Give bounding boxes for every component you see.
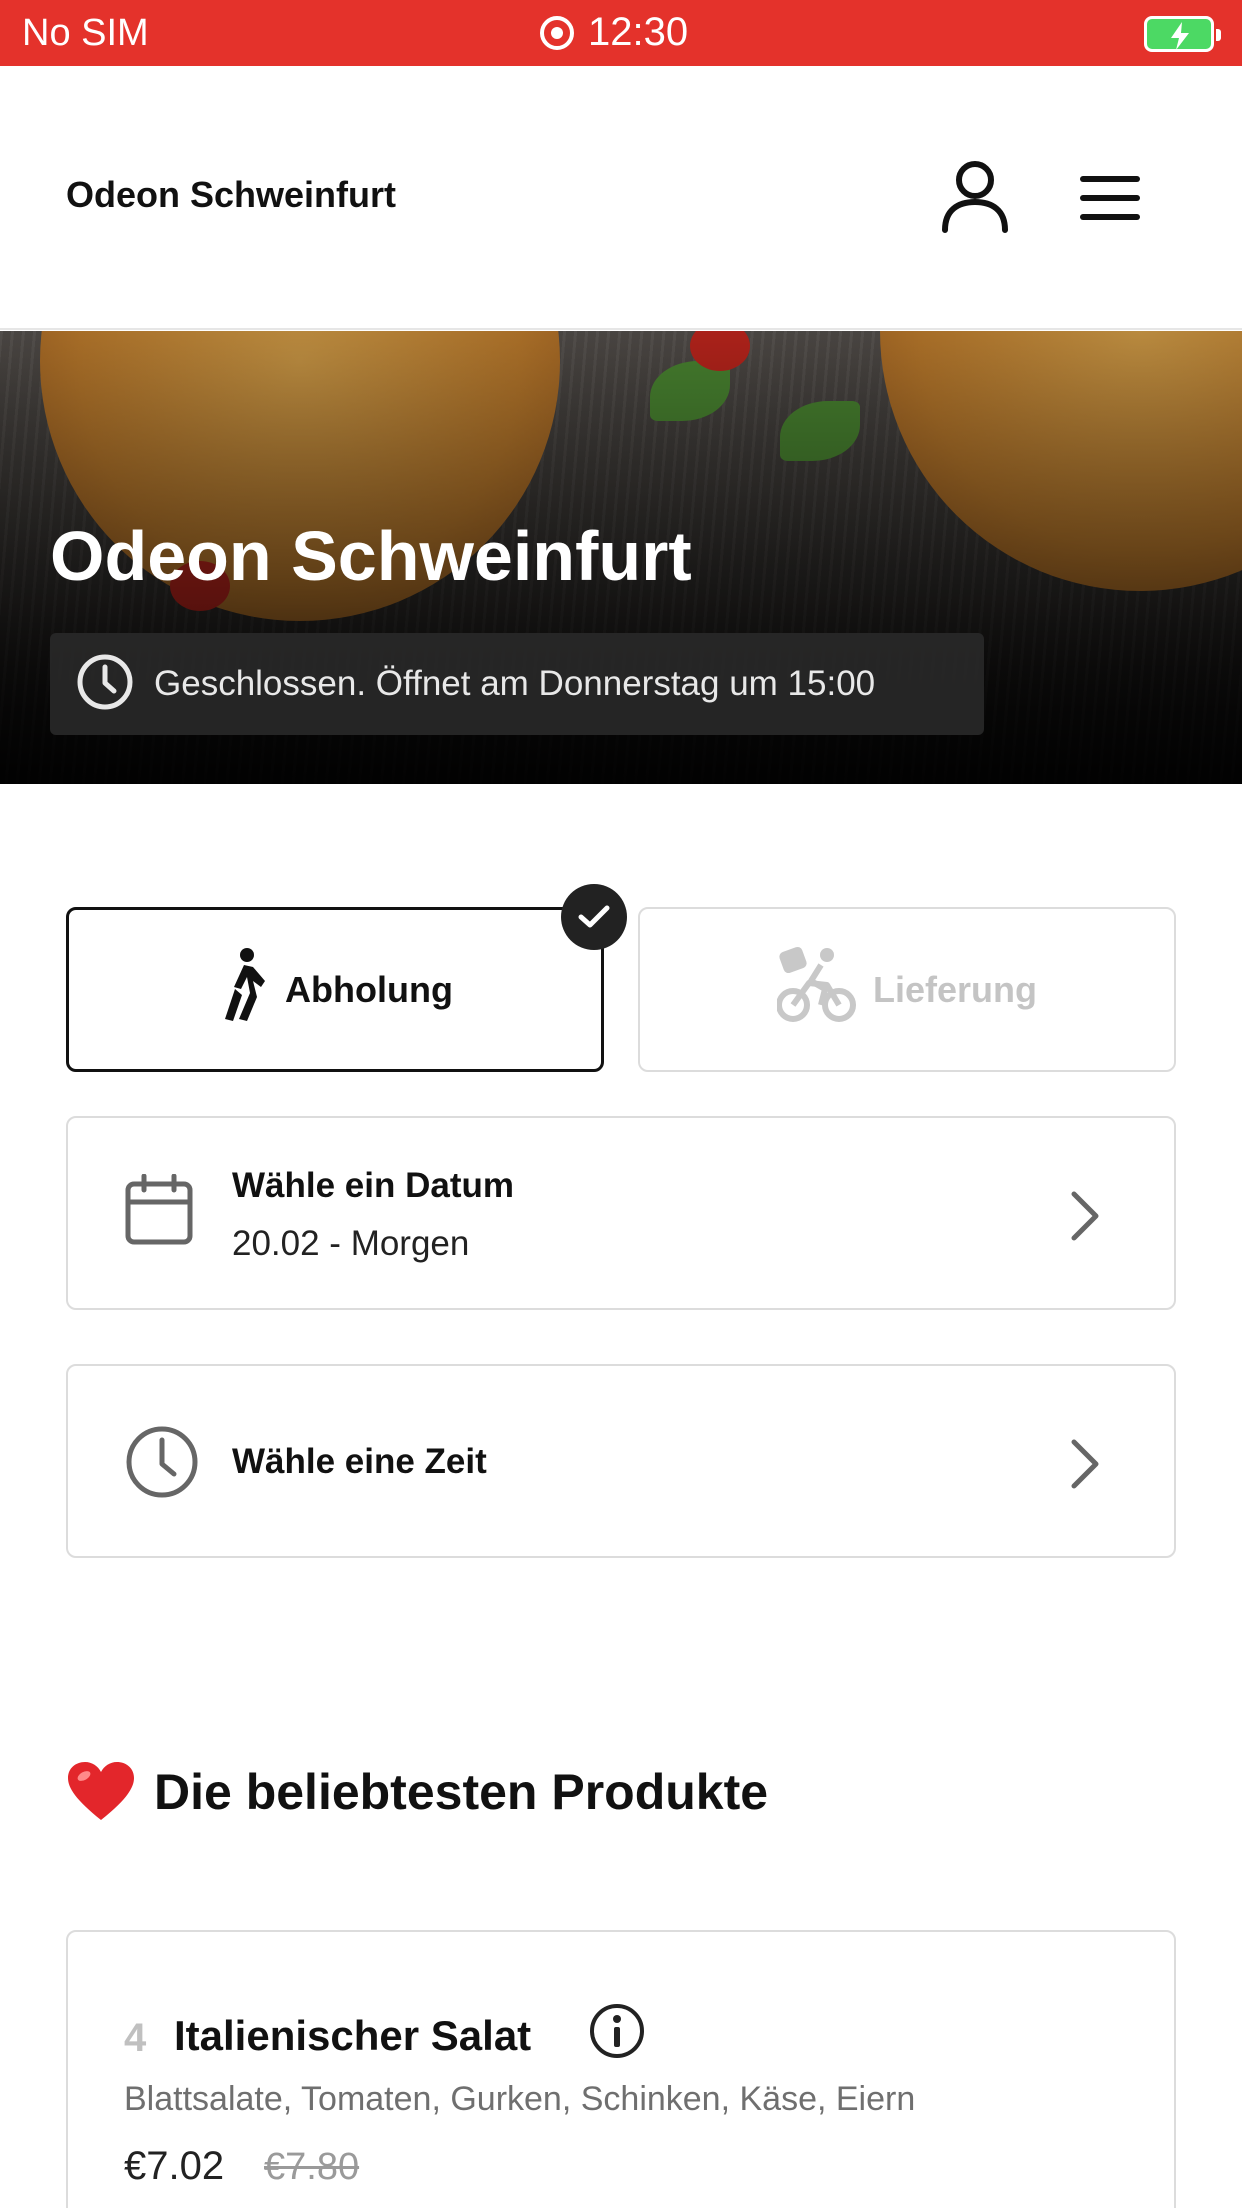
user-icon[interactable] [940, 158, 1010, 239]
time-picker[interactable]: Wähle eine Zeit [66, 1364, 1176, 1558]
app-header: Odeon Schweinfurt [0, 66, 1242, 330]
carrier-label: No SIM [22, 12, 149, 54]
restaurant-title: Odeon Schweinfurt [50, 517, 692, 595]
opening-status: Geschlossen. Öffnet am Donnerstag um 15:… [50, 633, 984, 735]
hero-banner: Odeon Schweinfurt Geschlossen. Öffnet am… [0, 331, 1242, 784]
date-title: Wähle ein Datum [232, 1166, 514, 1205]
product-old-price: €7.80 [264, 2146, 360, 2188]
menu-icon[interactable] [1078, 174, 1142, 227]
time-title: Wähle eine Zeit [232, 1442, 487, 1481]
clock-icon [124, 1424, 200, 1505]
product-name: Italienischer Salat [174, 2012, 532, 2059]
product-number: 4 [124, 2016, 147, 2060]
battery-charging-icon [1144, 16, 1221, 52]
pickup-option[interactable]: Abholung [66, 907, 604, 1072]
opening-status-text: Geschlossen. Öffnet am Donnerstag um 15:… [154, 664, 876, 703]
status-time: 12:30 [540, 10, 688, 55]
popular-products-heading: Die beliebtesten Produkte [66, 1760, 768, 1824]
heart-icon [66, 1760, 136, 1824]
screen-record-icon [540, 15, 574, 50]
info-icon[interactable] [588, 2002, 646, 2065]
status-bar: No SIM 12:30 [0, 0, 1242, 66]
date-value: 20.02 - Morgen [232, 1224, 470, 1263]
delivery-option[interactable]: Lieferung [638, 907, 1176, 1072]
check-icon [561, 884, 627, 950]
product-description: Blattsalate, Tomaten, Gurken, Schinken, … [124, 2080, 916, 2118]
product-card[interactable]: 4 Italienischer Salat Blattsalate, Tomat… [66, 1930, 1176, 2208]
product-price: €7.02 [124, 2144, 225, 2188]
popular-heading-text: Die beliebtesten Produkte [154, 1764, 769, 1820]
bicycle-delivery-icon [775, 945, 857, 1034]
date-picker[interactable]: Wähle ein Datum 20.02 - Morgen [66, 1116, 1176, 1310]
delivery-label: Lieferung [872, 968, 1037, 1010]
pickup-label: Abholung [285, 968, 453, 1010]
brand-name[interactable]: Odeon Schweinfurt [66, 174, 396, 216]
clock-time: 12:30 [588, 10, 689, 54]
chevron-right-icon [1068, 1190, 1102, 1247]
chevron-right-icon [1068, 1438, 1102, 1495]
clock-icon [76, 653, 134, 716]
calendar-icon [124, 1173, 194, 1251]
walking-icon [217, 947, 269, 1032]
